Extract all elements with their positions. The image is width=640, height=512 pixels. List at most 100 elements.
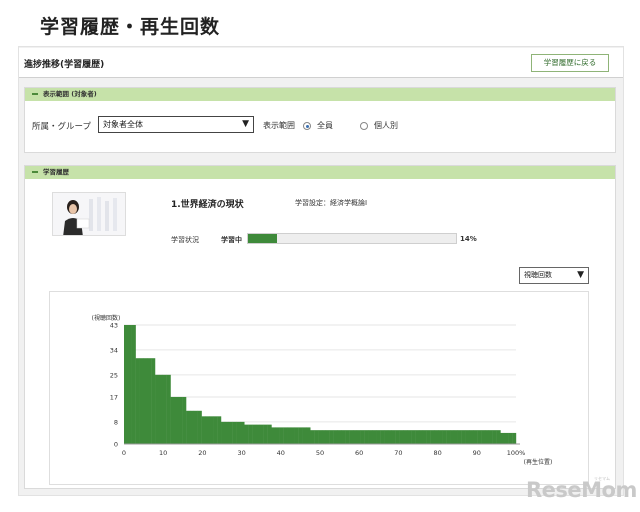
- chart-bar: [430, 430, 435, 444]
- chart-bar: [294, 427, 299, 444]
- chart-bar: [360, 430, 365, 444]
- chart-bar: [224, 421, 229, 444]
- chart-bar: [189, 410, 195, 444]
- chart-bar: [290, 427, 295, 444]
- x-tick-label: 90: [473, 449, 481, 457]
- chart-bar: [496, 430, 501, 444]
- x-tick-label: 10: [159, 449, 167, 457]
- y-tick-label: 17: [110, 393, 118, 401]
- chart-bar: [380, 430, 385, 444]
- history-panel: 学習履歴 1.世界経済の現状 学習設定：経済学概論Ⅰ 学習状況 学習中 14% …: [24, 165, 616, 489]
- metric-select[interactable]: 視聴回数 ▼: [519, 267, 589, 284]
- chart-bar: [325, 430, 330, 444]
- chart-bar: [217, 416, 222, 444]
- chart-bar: [465, 430, 470, 444]
- chart-bar: [306, 427, 311, 444]
- chart-bar: [488, 430, 493, 444]
- x-tick-label: 80: [433, 449, 441, 457]
- chart-bar: [473, 430, 478, 444]
- chart-bar: [213, 416, 218, 444]
- chart-bar: [434, 430, 439, 444]
- chart-bar: [329, 430, 334, 444]
- radio-all[interactable]: [303, 122, 311, 130]
- chart-bar: [193, 410, 198, 444]
- chart-bar: [356, 430, 361, 444]
- x-tick-label: 50: [316, 449, 324, 457]
- x-tick-label: 100%: [507, 449, 526, 457]
- x-tick-label: 70: [394, 449, 402, 457]
- group-select-value: 対象者全体: [103, 120, 143, 129]
- chart-bar: [147, 358, 152, 444]
- chart-bar: [387, 430, 393, 444]
- chart-bar: [155, 374, 160, 444]
- chart-bar: [271, 427, 276, 444]
- group-select[interactable]: 対象者全体 ▼: [98, 116, 254, 133]
- chart-bar: [333, 430, 338, 444]
- course-title: 1.世界経済の現状: [171, 200, 244, 210]
- chart-bar: [314, 430, 319, 444]
- caret-down-icon: ▼: [242, 119, 249, 129]
- chart-bar: [450, 430, 455, 444]
- chart-bar: [318, 430, 323, 444]
- chart-bar: [484, 430, 490, 444]
- y-axis-label: (視聴回数): [92, 314, 121, 322]
- chart-bar: [512, 432, 517, 444]
- chart-bar: [399, 430, 404, 444]
- chart-bar: [201, 416, 206, 444]
- chart-bar: [139, 358, 144, 444]
- range-label: 表示範囲: [263, 121, 295, 130]
- page-title: 進捗推移(学習履歴): [24, 60, 105, 70]
- history-panel-heading: 学習履歴: [43, 168, 69, 176]
- history-panel-header: 学習履歴: [25, 166, 615, 179]
- chart-bar: [481, 430, 486, 444]
- x-tick-label: 60: [355, 449, 363, 457]
- course-thumbnail: [52, 192, 126, 236]
- chart-bar: [407, 430, 412, 444]
- radio-individual-label: 個人別: [374, 121, 398, 130]
- back-to-history-button[interactable]: 学習履歴に戻る: [531, 54, 609, 72]
- chart-bar: [244, 424, 249, 444]
- y-tick-label: 25: [110, 371, 118, 379]
- y-tick-label: 43: [110, 322, 118, 330]
- chart-bar: [352, 430, 358, 444]
- chart-bar: [298, 427, 303, 444]
- chart-bar: [508, 432, 513, 444]
- x-tick-label: 0: [122, 449, 126, 457]
- chart-bar: [321, 430, 327, 444]
- chart-bar: [364, 430, 369, 444]
- progress-bar: [247, 233, 457, 244]
- chart-bar: [166, 374, 171, 444]
- status-label: 学習状況: [171, 236, 199, 244]
- radio-all-label: 全員: [317, 121, 333, 130]
- chart-bar: [349, 430, 354, 444]
- chart-bar: [221, 421, 226, 444]
- views-chart-svg: 0 8 17 25 34 43 0 10 20 30 40 50 60 70 80 90 100% (視聴回数) (…: [92, 314, 553, 466]
- chart-bar: [174, 396, 179, 444]
- chart-bar: [453, 430, 458, 444]
- chart-bar: [341, 430, 346, 444]
- chart-bar: [252, 424, 257, 444]
- chart-bar: [186, 410, 191, 444]
- chart-bar: [492, 430, 497, 444]
- chart-bar: [500, 432, 505, 444]
- chart-bar: [240, 421, 245, 444]
- chart-bar: [395, 430, 400, 444]
- chart-bar: [178, 396, 183, 444]
- chart-bar: [279, 427, 284, 444]
- section-marker-icon: [32, 171, 38, 173]
- chart-bar: [205, 416, 210, 444]
- chart-bar: [236, 421, 241, 444]
- chart-bar: [310, 430, 315, 444]
- radio-individual[interactable]: [360, 122, 368, 130]
- chart-bar: [170, 396, 175, 444]
- chart-bar: [384, 430, 389, 444]
- chart-bar: [411, 430, 416, 444]
- chart-bar: [461, 430, 466, 444]
- chart-bar: [283, 427, 288, 444]
- chart-bar: [287, 427, 292, 444]
- chart-bar: [267, 424, 272, 444]
- group-label: 所属・グループ: [32, 122, 91, 132]
- chart-bar: [337, 430, 342, 444]
- chart-bar: [151, 358, 156, 444]
- chart-bar: [418, 430, 424, 444]
